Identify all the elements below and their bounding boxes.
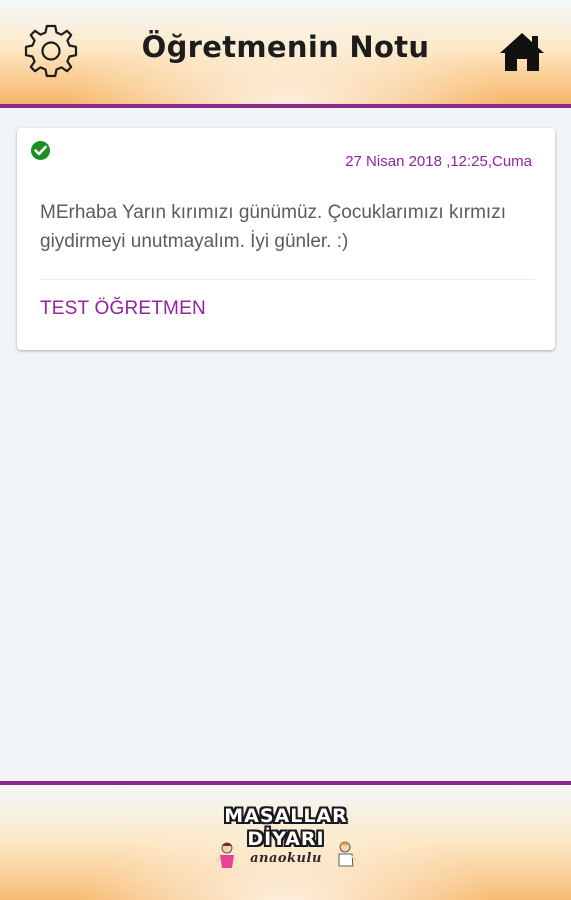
note-message: MErhaba Yarın kırımızı günümüz. Çocuklar…: [40, 202, 506, 252]
app-footer: MASALLAR DİYARI anaokulu: [0, 781, 571, 900]
divider: [40, 279, 535, 280]
page-title: Öğretmenin Notu: [141, 30, 430, 64]
child-icon: [338, 841, 357, 867]
school-logo: MASALLAR DİYARI anaokulu: [215, 805, 357, 885]
note-author[interactable]: TEST ÖĞRETMEN: [40, 298, 206, 320]
child-icon: [215, 842, 234, 868]
note-card[interactable]: 27 Nisan 2018 ,12:25,Cuma MErhaba Yarın …: [17, 128, 555, 350]
app-header: Öğretmenin Notu: [0, 0, 571, 108]
home-icon[interactable]: [498, 31, 546, 73]
logo-line-1: MASALLAR: [224, 805, 348, 827]
note-date: 27 Nisan 2018 ,12:25,Cuma: [345, 153, 532, 170]
check-circle-icon: [31, 141, 50, 160]
